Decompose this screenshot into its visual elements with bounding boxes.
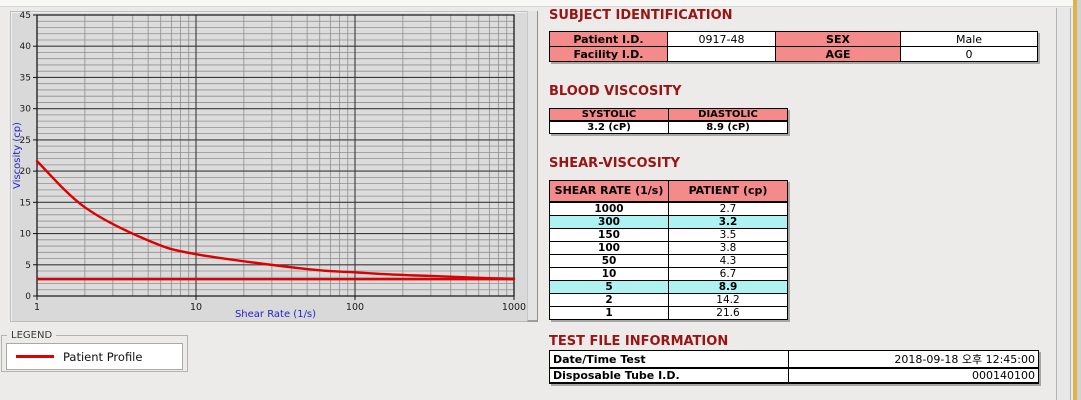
shear-rate-header: SHEAR RATE (1/s) <box>550 181 669 202</box>
table-row: Facility I.D. AGE 0 <box>550 47 1038 62</box>
table-row: Disposable Tube I.D. 000140100 <box>550 368 1039 383</box>
svg-text:Shear Rate (1/s): Shear Rate (1/s) <box>235 309 316 320</box>
subject-identification-table: Patient I.D. 0917-48 SEX Male Facility I… <box>549 31 1038 62</box>
blood-viscosity-table: SYSTOLIC DIASTOLIC 3.2 (cP) 8.9 (cP) <box>549 108 788 134</box>
shear-rate-cell: 2 <box>550 293 669 306</box>
patient-cp-cell: 21.6 <box>669 306 788 319</box>
svg-text:Viscosity (cp): Viscosity (cp) <box>12 122 23 189</box>
systolic-header: SYSTOLIC <box>550 109 669 122</box>
shear-viscosity-title: SHEAR-VISCOSITY <box>549 156 680 171</box>
table-row: 50 4.3 <box>550 254 788 267</box>
svg-text:40: 40 <box>20 42 32 52</box>
table-row: 1 21.6 <box>550 306 788 319</box>
svg-text:1: 1 <box>34 302 40 313</box>
svg-text:10: 10 <box>20 230 32 240</box>
facility-id-label: Facility I.D. <box>550 47 668 62</box>
test-file-information-title: TEST FILE INFORMATION <box>549 334 728 349</box>
viscosity-chart-panel: 0510152025303540451101001000Shear Rate (… <box>10 11 527 322</box>
patient-cp-cell: 14.2 <box>669 293 788 306</box>
sex-value: Male <box>901 32 1038 47</box>
table-row: 300 3.2 <box>550 215 788 228</box>
patient-cp-header: PATIENT (cp) <box>669 181 788 202</box>
disposable-tube-id-value: 000140100 <box>789 368 1039 383</box>
table-row: 3.2 (cP) 8.9 (cP) <box>550 121 788 134</box>
table-header-row: SHEAR RATE (1/s) PATIENT (cp) <box>550 181 788 202</box>
patient-cp-cell: 4.3 <box>669 254 788 267</box>
legend-group-label: LEGEND <box>7 330 56 341</box>
svg-text:0: 0 <box>25 292 31 302</box>
patient-id-value: 0917-48 <box>668 32 776 47</box>
shear-viscosity-table: SHEAR RATE (1/s) PATIENT (cp) 1000 2.7 3… <box>549 180 788 320</box>
shear-rate-cell: 1 <box>550 306 669 319</box>
subject-identification-title: SUBJECT IDENTIFICATION <box>549 8 733 23</box>
patient-profile-line-sample <box>16 355 54 358</box>
shear-rate-cell: 150 <box>550 228 669 241</box>
patient-cp-cell: 3.2 <box>669 215 788 228</box>
table-row: Patient I.D. 0917-48 SEX Male <box>550 32 1038 47</box>
table-row: Date/Time Test 2018-09-18 오후 12:45:00 <box>550 351 1039 369</box>
date-time-test-value: 2018-09-18 오후 12:45:00 <box>789 351 1039 369</box>
table-row: 5 8.9 <box>550 280 788 293</box>
desktop-background-strip <box>1077 0 1081 400</box>
svg-text:1000: 1000 <box>502 302 526 313</box>
shear-viscosity-chart: 0510152025303540451101001000Shear Rate (… <box>11 12 528 321</box>
chart-panel-right-border <box>527 11 538 322</box>
table-row: 10 6.7 <box>550 267 788 280</box>
shear-rate-cell: 10 <box>550 267 669 280</box>
shear-rate-cell: 100 <box>550 241 669 254</box>
vertical-scrollbar[interactable] <box>1056 8 1071 400</box>
table-row: 100 3.8 <box>550 241 788 254</box>
patient-id-label: Patient I.D. <box>550 32 668 47</box>
disposable-tube-id-label: Disposable Tube I.D. <box>550 368 789 383</box>
age-label: AGE <box>776 47 901 62</box>
diastolic-header: DIASTOLIC <box>669 109 788 122</box>
patient-cp-cell: 3.5 <box>669 228 788 241</box>
svg-text:45: 45 <box>20 11 31 21</box>
systolic-value: 3.2 (cP) <box>550 121 669 134</box>
svg-text:100: 100 <box>346 302 364 313</box>
facility-id-value <box>668 47 776 62</box>
date-time-test-label: Date/Time Test <box>550 351 789 369</box>
table-row: 2 14.2 <box>550 293 788 306</box>
patient-cp-cell: 2.7 <box>669 202 788 216</box>
age-value: 0 <box>901 47 1038 62</box>
legend-entry-label: Patient Profile <box>63 350 142 364</box>
patient-cp-cell: 6.7 <box>669 267 788 280</box>
test-file-information-table: Date/Time Test 2018-09-18 오후 12:45:00 Di… <box>549 350 1039 384</box>
sex-label: SEX <box>776 32 901 47</box>
legend-groupbox: LEGEND Patient Profile <box>1 330 188 372</box>
shear-rate-cell: 1000 <box>550 202 669 216</box>
svg-text:30: 30 <box>20 105 32 115</box>
legend-entry: Patient Profile <box>6 343 183 370</box>
table-header-row: SYSTOLIC DIASTOLIC <box>550 109 788 122</box>
svg-text:15: 15 <box>20 198 31 208</box>
svg-text:35: 35 <box>20 73 31 83</box>
table-row: 150 3.5 <box>550 228 788 241</box>
patient-cp-cell: 8.9 <box>669 280 788 293</box>
svg-text:5: 5 <box>25 261 31 271</box>
shear-rate-cell: 50 <box>550 254 669 267</box>
hemorheology-report-page: 0510152025303540451101001000Shear Rate (… <box>0 0 1081 400</box>
table-row: 1000 2.7 <box>550 202 788 216</box>
window-top-edge <box>0 0 1081 7</box>
patient-cp-cell: 3.8 <box>669 241 788 254</box>
shear-rate-cell: 5 <box>550 280 669 293</box>
blood-viscosity-title: BLOOD VISCOSITY <box>549 84 681 99</box>
svg-text:10: 10 <box>190 302 202 313</box>
diastolic-value: 8.9 (cP) <box>669 121 788 134</box>
shear-rate-cell: 300 <box>550 215 669 228</box>
